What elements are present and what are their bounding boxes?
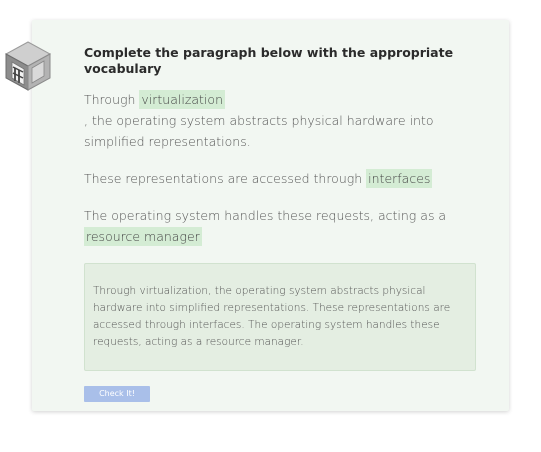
blank-interfaces[interactable]: interfaces (366, 169, 433, 188)
paragraph-text: , the operating system abstracts physica… (84, 113, 434, 149)
blank-resource-manager[interactable]: resource manager (84, 227, 202, 246)
paragraph-2: These representations are accessed throu… (84, 168, 484, 189)
exercise-content: Complete the paragraph below with the ap… (84, 45, 484, 263)
server-rack-icon (4, 40, 52, 92)
paragraph-3: The operating system handles these reque… (84, 205, 484, 247)
paragraph-text: The operating system handles these reque… (84, 208, 447, 223)
blank-virtualization[interactable]: virtualization (139, 90, 225, 109)
answer-preview: Through virtualization, the operating sy… (84, 263, 476, 371)
exercise-title: Complete the paragraph below with the ap… (84, 45, 454, 76)
paragraph-1: Through virtualization , the operating s… (84, 89, 484, 152)
paragraph-text: Through (84, 92, 140, 107)
check-button[interactable]: Check It! (84, 386, 150, 402)
paragraph-text: These representations are accessed throu… (84, 171, 367, 186)
